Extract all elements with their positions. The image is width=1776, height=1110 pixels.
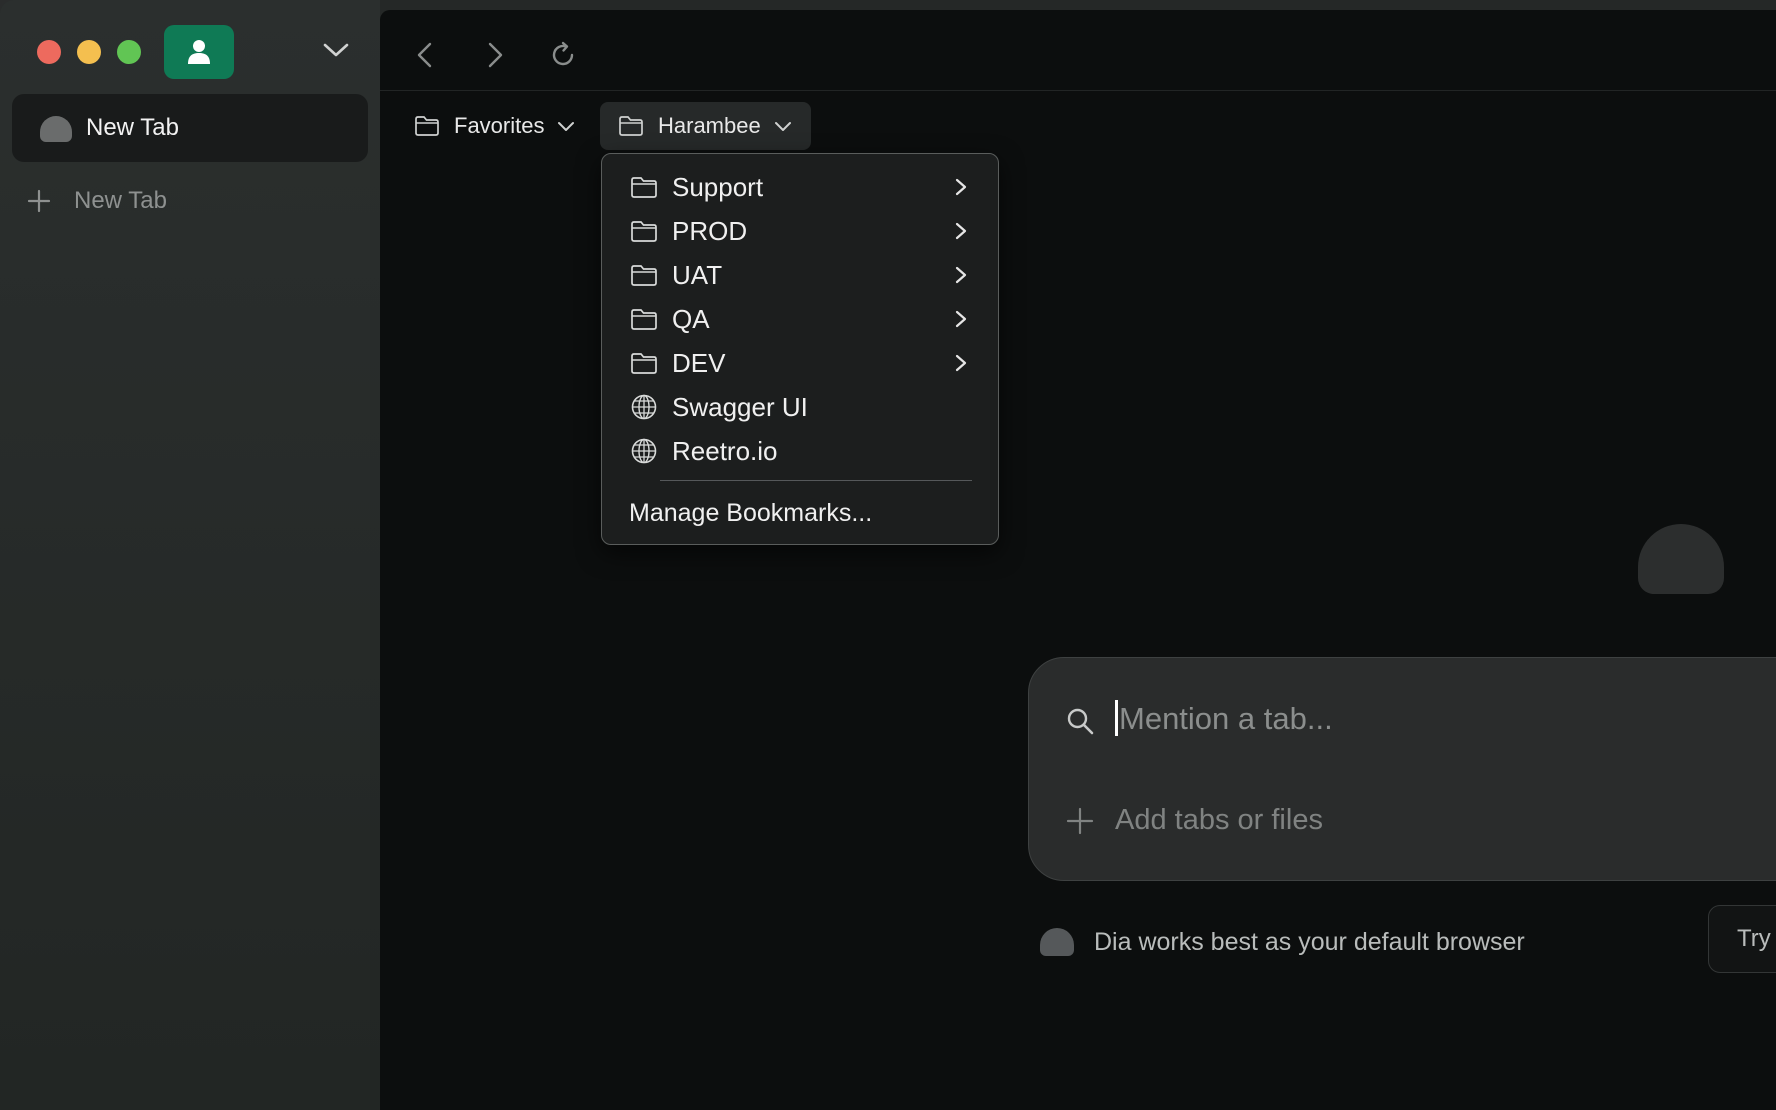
menu-item-label: Reetro.io [672,436,778,466]
chevron-right-icon [955,222,967,240]
mention-input[interactable] [1117,696,1721,742]
zoom-window-button[interactable] [117,40,141,64]
chevron-right-icon [955,354,967,372]
menu-item-support[interactable]: Support [602,165,998,209]
bookmark-dropdown-menu: Support PROD UAT QA DEV Swagger UI Reetr… [601,153,999,545]
folder-icon [415,116,439,136]
chevron-down-icon [558,122,575,131]
chevron-right-icon [955,266,967,284]
tab-favicon [40,116,72,142]
browser-window: New Tab New Tab Favorites Harambee Suppo… [0,0,1776,1110]
minimize-window-button[interactable] [77,40,101,64]
add-tabs-or-files-label: Add tabs or files [1115,804,1323,836]
default-browser-text: Dia works best as your default browser [1094,927,1525,956]
toolbar [380,10,1776,91]
chevron-down-icon [774,122,791,131]
chevron-right-icon[interactable] [480,40,510,70]
menu-item-uat[interactable]: UAT [602,253,998,297]
folder-icon [631,353,657,374]
default-browser-prompt: Dia works best as your default browser [1040,925,1525,959]
plus-icon [27,189,51,213]
menu-item-label: Support [672,172,764,202]
folder-icon [631,265,657,286]
bookmark-folder-label: Harambee [658,113,761,138]
search-icon [1067,708,1094,735]
manage-bookmarks-item[interactable]: Manage Bookmarks... [629,499,872,528]
plus-icon [1066,807,1094,834]
menu-item-reetro-io[interactable]: Reetro.io [602,429,998,473]
globe-icon [631,438,657,464]
sidebar-tab-label: New Tab [86,114,179,141]
reload-icon[interactable] [548,40,578,70]
bookmarks-bar: Favorites Harambee [380,102,1776,150]
menu-item-dev[interactable]: DEV [602,341,998,385]
menu-item-label: DEV [672,348,726,378]
menu-item-qa[interactable]: QA [602,297,998,341]
new-tab-button[interactable]: New Tab [26,186,167,216]
globe-icon [631,394,657,420]
folder-icon [631,309,657,330]
new-tab-label: New Tab [74,187,167,214]
menu-item-label: PROD [672,216,748,246]
chevron-left-icon[interactable] [410,40,440,70]
sidebar: New Tab New Tab [0,0,380,1110]
menu-item-prod[interactable]: PROD [602,209,998,253]
chevron-down-icon[interactable] [322,40,350,60]
add-tabs-or-files-button[interactable]: Add tabs or files [1065,804,1323,837]
folder-icon [631,221,657,242]
dia-icon [1040,928,1074,956]
menu-item-label: Swagger UI [672,392,808,422]
menu-separator [660,480,972,481]
menu-item-label: QA [672,304,710,334]
bookmark-folder-favorites[interactable]: Favorites [404,102,586,150]
chevron-right-icon [955,310,967,328]
close-window-button[interactable] [37,40,61,64]
sidebar-tab-new-tab[interactable]: New Tab [12,94,368,162]
try-button-label: Try [1737,925,1771,952]
try-button[interactable]: Try [1708,905,1776,973]
menu-item-swagger-ui[interactable]: Swagger UI [602,385,998,429]
person-icon [188,40,210,64]
chevron-right-icon [955,178,967,196]
mention-panel: Add tabs or files [1028,657,1776,881]
profile-button[interactable] [164,25,234,79]
folder-icon [631,177,657,198]
bookmark-folder-harambee[interactable]: Harambee [600,102,811,150]
folder-icon [619,116,643,136]
bookmark-folder-label: Favorites [454,113,545,138]
menu-item-label: UAT [672,260,723,290]
